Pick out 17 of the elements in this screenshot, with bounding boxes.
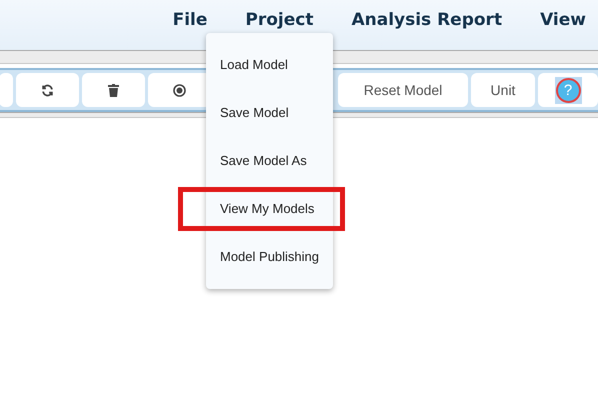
- toolbar-button[interactable]: Reset Model: [338, 73, 468, 107]
- menu-item[interactable]: Save Model As: [206, 149, 333, 173]
- toolbar-button[interactable]: [16, 73, 79, 107]
- menu-item[interactable]: View My Models: [206, 197, 333, 221]
- menu-item[interactable]: Model Publishing: [206, 245, 333, 269]
- menu-item[interactable]: Load Model: [206, 53, 333, 77]
- menu-tab[interactable]: Analysis Report: [349, 8, 504, 32]
- refresh-icon: [41, 84, 54, 96]
- help-icon: ?: [556, 78, 580, 102]
- trash-icon: [108, 84, 119, 96]
- record-icon: [173, 84, 186, 96]
- menu-tab[interactable]: Project: [243, 8, 316, 32]
- menu-tab[interactable]: File: [170, 8, 210, 32]
- menu-tab[interactable]: View: [538, 8, 588, 32]
- menu-item[interactable]: Save Model: [206, 101, 333, 125]
- toolbar-button[interactable]: Unit: [471, 73, 535, 107]
- toolbar-button[interactable]: [82, 73, 145, 107]
